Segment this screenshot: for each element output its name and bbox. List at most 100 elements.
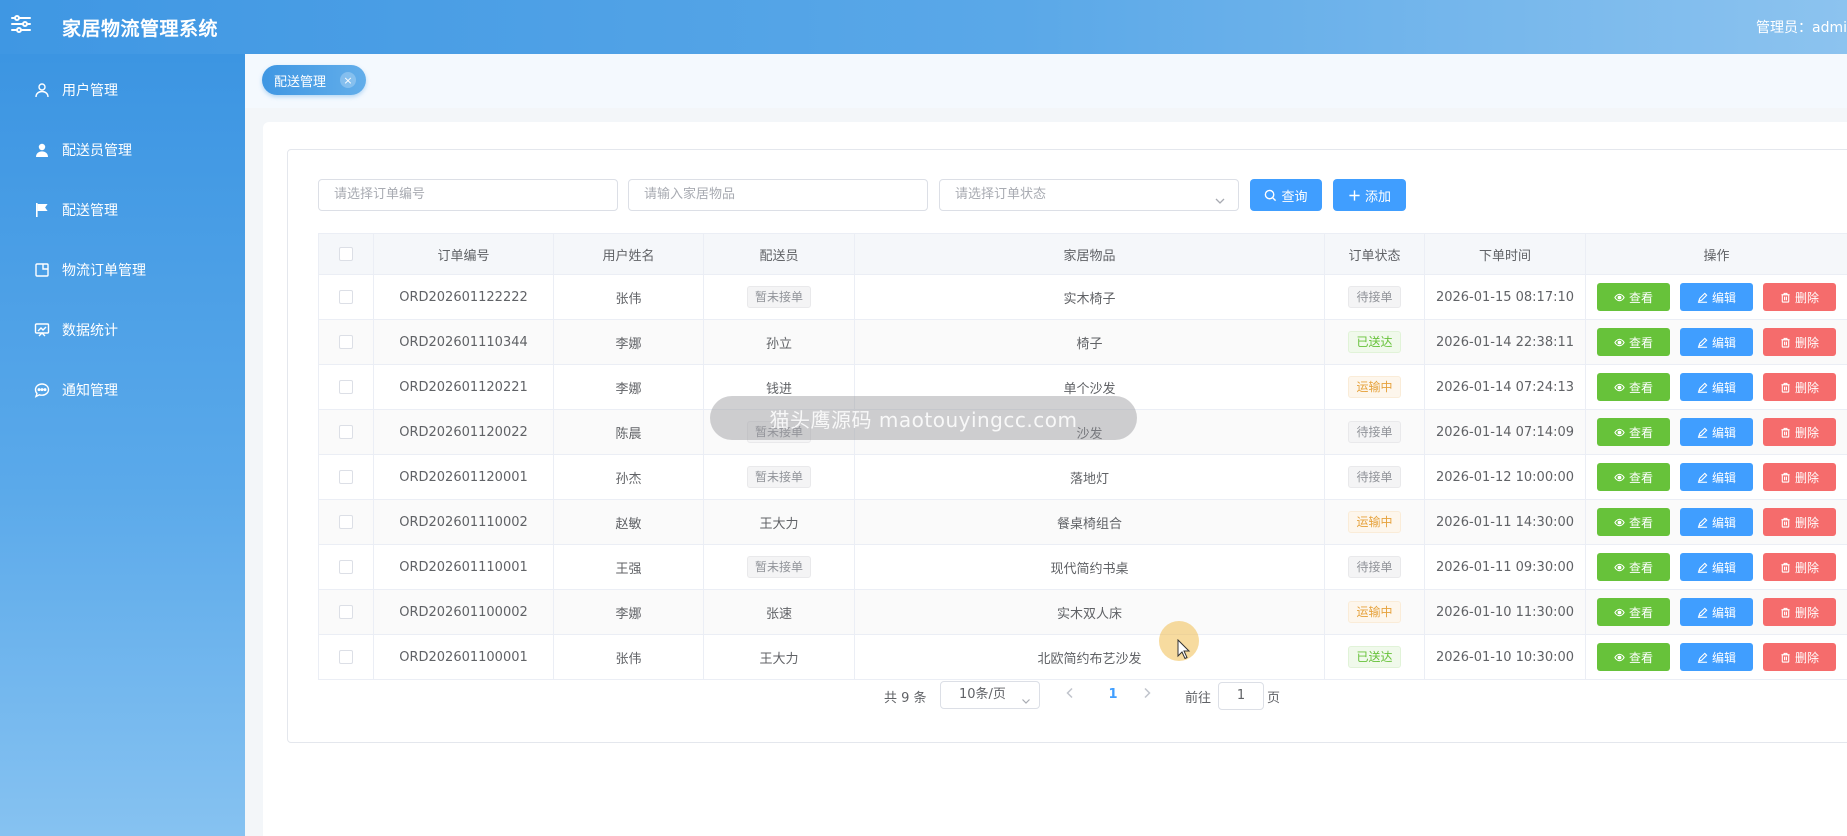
row-checkbox[interactable] [339,560,353,574]
ops-cell: 查看 编辑 删除 [1585,634,1847,680]
page-number-current[interactable]: 1 [1102,681,1124,709]
edit-button[interactable]: 编辑 [1680,643,1753,671]
row-checkbox[interactable] [339,425,353,439]
eye-icon [1614,338,1625,346]
row-checkbox[interactable] [339,290,353,304]
col-courier: 配送员 [703,233,855,275]
user-filled-icon [34,142,50,158]
select-all-checkbox[interactable] [339,247,353,261]
order-no-cell: ORD202601120022 [373,409,554,455]
add-button[interactable]: 添加 [1333,179,1406,211]
status-select[interactable]: 请选择订单状态 [939,179,1239,211]
edit-icon [1697,652,1708,663]
search-button[interactable]: 查询 [1250,179,1322,211]
view-button[interactable]: 查看 [1597,508,1670,536]
row-checkbox[interactable] [339,470,353,484]
courier-name: 钱进 [765,381,792,397]
view-button[interactable]: 查看 [1597,283,1670,311]
eye-icon [1614,653,1625,661]
document-icon [34,262,50,278]
col-time: 下单时间 [1424,233,1586,275]
time-cell: 2026-01-14 07:24:13 [1424,364,1586,410]
status-cell: 运输中 [1324,364,1425,410]
table-row[interactable]: ORD202601110002 赵敏 王大力 餐桌椅组合 运输中 2026-01-11 1… [318,499,1847,545]
row-select-cell [318,634,374,680]
row-checkbox[interactable] [339,605,353,619]
view-label: 查看 [1628,650,1653,665]
view-button[interactable]: 查看 [1597,373,1670,401]
row-checkbox[interactable] [339,515,353,529]
prev-page-icon[interactable] [1063,686,1077,700]
view-label: 查看 [1628,335,1653,350]
table-row[interactable]: ORD202601100002 李娜 张速 实木双人床 运输中 2026-01-10 11… [318,589,1847,635]
pagination-total: 共 9 条 [884,690,927,706]
edit-button[interactable]: 编辑 [1680,328,1753,356]
edit-button[interactable]: 编辑 [1680,418,1753,446]
row-checkbox[interactable] [339,380,353,394]
order-no-select[interactable]: 请选择订单编号 [318,179,618,211]
menu-toggle-icon[interactable] [10,13,32,35]
delete-label: 删除 [1794,335,1819,350]
status-cell: 已送达 [1324,634,1425,680]
delete-button[interactable]: 删除 [1763,283,1836,311]
sidebar-item-label: 配送员管理 [62,143,132,159]
table-row[interactable]: ORD202601110344 李娜 孙立 椅子 已送达 2026-01-14 22:38… [318,319,1847,365]
sidebar-item-statistics[interactable]: 数据统计 [0,300,245,360]
user-cell: 陈晨 [553,409,704,455]
app-header: 家居物流管理系统 管理员：admi [0,0,1847,54]
view-button[interactable]: 查看 [1597,553,1670,581]
status-cell: 已送达 [1324,319,1425,365]
next-page-icon[interactable] [1140,686,1154,700]
user-cell: 张伟 [553,274,704,320]
delete-button[interactable]: 删除 [1763,328,1836,356]
view-button[interactable]: 查看 [1597,643,1670,671]
goto-page-input[interactable]: 1 [1218,682,1264,710]
table-row[interactable]: ORD202601122222 张伟 暂未接单 实木椅子 待接单 2026-01-15 0… [318,274,1847,320]
view-button[interactable]: 查看 [1597,463,1670,491]
view-button[interactable]: 查看 [1597,598,1670,626]
item-input[interactable]: 请输入家居物品 [628,179,928,211]
time-cell: 2026-01-14 22:38:11 [1424,319,1586,365]
sidebar-item-user-management[interactable]: 用户管理 [0,60,245,120]
table-row[interactable]: ORD202601100001 张伟 王大力 北欧简约布艺沙发 已送达 2026-01-1… [318,634,1847,680]
row-checkbox[interactable] [339,650,353,664]
courier-cell: 暂未接单 [703,454,855,500]
mouse-cursor-icon [1177,639,1191,659]
sidebar-item-courier-management[interactable]: 配送员管理 [0,120,245,180]
close-icon[interactable]: × [340,72,357,88]
delete-button[interactable]: 删除 [1763,373,1836,401]
row-checkbox[interactable] [339,335,353,349]
view-button[interactable]: 查看 [1597,328,1670,356]
trash-icon [1781,337,1790,348]
row-select-cell [318,544,374,590]
col-order-no: 订单编号 [373,233,554,275]
watermark: 猫头鹰源码 maotouyingcc.com [710,396,1137,440]
time-cell: 2026-01-11 14:30:00 [1424,499,1586,545]
delete-button[interactable]: 删除 [1763,643,1836,671]
view-button[interactable]: 查看 [1597,418,1670,446]
tab-delivery-management[interactable]: 配送管理 × [262,65,367,95]
sidebar-item-order-management[interactable]: 物流订单管理 [0,240,245,300]
page-size-select[interactable]: 10条/页 [940,681,1040,709]
edit-button[interactable]: 编辑 [1680,463,1753,491]
edit-button[interactable]: 编辑 [1680,283,1753,311]
table-row[interactable]: ORD202601120001 孙杰 暂未接单 落地灯 待接单 2026-01-12 10… [318,454,1847,500]
sidebar-item-notifications[interactable]: 通知管理 [0,360,245,420]
sidebar-item-delivery-management[interactable]: 配送管理 [0,180,245,240]
delete-button[interactable]: 删除 [1763,463,1836,491]
delete-button[interactable]: 删除 [1763,508,1836,536]
delete-button[interactable]: 删除 [1763,418,1836,446]
row-select-cell [318,454,374,500]
edit-button[interactable]: 编辑 [1680,598,1753,626]
user-icon [34,82,50,98]
edit-button[interactable]: 编辑 [1680,508,1753,536]
delete-button[interactable]: 删除 [1763,598,1836,626]
trash-icon [1781,427,1790,438]
table-row[interactable]: ORD202601110001 王强 暂未接单 现代简约书桌 待接单 2026-01-11… [318,544,1847,590]
status-select-placeholder: 请选择订单状态 [955,187,1047,202]
trash-icon [1781,652,1790,663]
edit-button[interactable]: 编辑 [1680,373,1753,401]
admin-label[interactable]: 管理员：admi [1756,17,1847,37]
edit-button[interactable]: 编辑 [1680,553,1753,581]
delete-button[interactable]: 删除 [1763,553,1836,581]
